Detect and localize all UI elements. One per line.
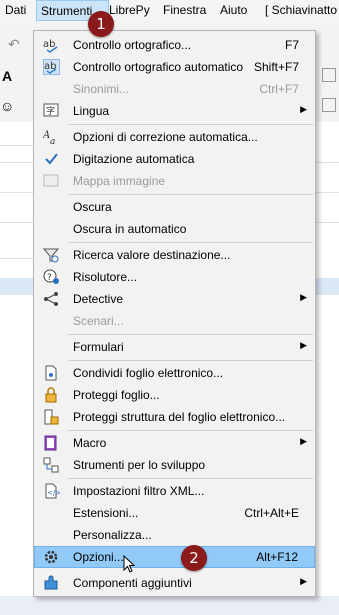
submenu-arrow-icon: ▶	[300, 576, 307, 586]
row-divider	[315, 162, 339, 163]
strumenti-dropdown-menu: ab Controllo ortografico... F7 ab Contro…	[33, 30, 316, 597]
auto-spellcheck-icon: ab	[43, 59, 60, 75]
menu-item-personalizza[interactable]: Personalizza...	[34, 524, 315, 546]
menu-item-digitazione-automatica[interactable]: Digitazione automatica	[34, 148, 315, 170]
row-divider	[315, 222, 339, 223]
menu-item-componenti-aggiuntivi[interactable]: Componenti aggiuntivi ▶	[34, 572, 315, 594]
row-divider	[0, 192, 33, 193]
menu-separator	[68, 478, 313, 479]
row-divider	[0, 162, 33, 163]
submenu-arrow-icon: ▶	[300, 292, 307, 302]
submenu-arrow-icon: ▶	[300, 104, 307, 114]
menu-item-proteggi-struttura[interactable]: Proteggi struttura del foglio elettronic…	[34, 406, 315, 428]
svg-text:</>: </>	[47, 489, 60, 497]
submenu-arrow-icon: ▶	[300, 340, 307, 350]
language-icon: 字	[43, 103, 60, 119]
row-divider	[315, 192, 339, 193]
selected-row	[0, 278, 33, 295]
menu-separator	[68, 124, 313, 125]
menu-separator	[68, 242, 313, 243]
autocorrect-icon: Aa	[42, 129, 60, 147]
svg-text:ab: ab	[43, 39, 55, 50]
developer-tools-icon	[43, 457, 60, 473]
menu-item-formulari[interactable]: Formulari ▶	[34, 336, 315, 358]
selected-row	[315, 278, 339, 295]
undo-icon[interactable]: ↶	[8, 36, 20, 53]
svg-text:字: 字	[46, 105, 55, 117]
menu-item-proteggi-foglio[interactable]: Proteggi foglio...	[34, 384, 315, 406]
menu-item-risolutore[interactable]: ? Risolutore...	[34, 266, 315, 288]
menu-item-ricerca-valore[interactable]: Ricerca valore destinazione...	[34, 244, 315, 266]
menu-item-correzione-automatica[interactable]: Aa Opzioni di correzione automatica...	[34, 126, 315, 148]
menu-item-controllo-ortografico[interactable]: ab Controllo ortografico... F7	[34, 34, 315, 56]
menu-separator	[68, 430, 313, 431]
menu-item-oscura-automatico[interactable]: Oscura in automatico	[34, 218, 315, 240]
menu-item-strumenti-sviluppo[interactable]: Strumenti per lo sviluppo	[34, 454, 315, 476]
menu-item-sinonimi: Sinonimi... Ctrl+F7	[73, 82, 299, 96]
menu-item-macro[interactable]: Macro ▶	[34, 432, 315, 454]
row-divider	[0, 258, 33, 259]
image-map-icon	[43, 173, 60, 189]
menu-item-oscura[interactable]: Oscura	[34, 196, 315, 218]
solver-icon: ?	[43, 269, 60, 285]
menu-item-scenari: Scenari...	[73, 314, 124, 328]
table-icon[interactable]	[322, 68, 336, 82]
protect-structure-icon	[43, 409, 60, 425]
detective-icon	[43, 291, 60, 307]
menu-item-lingua[interactable]: 字 Lingua ▶	[34, 100, 315, 122]
status-strip	[0, 596, 339, 615]
menu-item-condividi-foglio[interactable]: Condividi foglio elettronico...	[34, 362, 315, 384]
menu-separator	[68, 334, 313, 335]
menu-separator	[68, 360, 313, 361]
submenu-arrow-icon: ▶	[300, 436, 307, 446]
menu-item-filtro-xml[interactable]: </> Impostazioni filtro XML...	[34, 480, 315, 502]
menu-aiuto[interactable]: Aiuto	[220, 0, 247, 22]
share-icon	[43, 365, 60, 381]
xml-filter-icon: </>	[43, 483, 61, 499]
menu-librepy[interactable]: LibrePy	[109, 0, 150, 22]
menu-bar: Dati Strumenti LibrePy Finestra Aiuto [ …	[0, 0, 339, 23]
row-divider	[0, 145, 33, 146]
menu-finestra[interactable]: Finestra	[163, 0, 206, 22]
lock-icon	[43, 387, 60, 403]
svg-text:a: a	[50, 137, 55, 145]
menu-document[interactable]: [ Schiavinatto	[265, 0, 337, 22]
menu-item-mappa-immagine: Mappa immagine	[34, 170, 315, 192]
step-badge-2: 2	[181, 545, 207, 571]
menu-item-opzioni[interactable]: Opzioni... Alt+F12	[34, 546, 315, 568]
row-divider	[0, 222, 33, 223]
step-badge-1: 1	[88, 11, 114, 37]
svg-text:?: ?	[47, 273, 52, 283]
addons-icon	[43, 575, 60, 591]
gear-icon	[43, 549, 60, 565]
menu-item-controllo-automatico[interactable]: ab Controllo ortografico automatico Shif…	[34, 56, 315, 78]
emoji-icon[interactable]: ☺	[0, 98, 14, 114]
goal-seek-icon	[42, 247, 60, 263]
menu-separator	[68, 194, 313, 195]
macro-icon	[43, 435, 60, 451]
menu-item-detective[interactable]: Detective ▶	[34, 288, 315, 310]
menu-dati[interactable]: Dati	[5, 0, 26, 22]
frame-icon[interactable]	[322, 98, 336, 112]
mouse-cursor-icon	[123, 554, 137, 578]
menu-item-estensioni[interactable]: Estensioni... Ctrl+Alt+E	[34, 502, 315, 524]
spellcheck-icon: ab	[43, 37, 60, 53]
font-color-icon[interactable]: A	[2, 68, 12, 84]
check-icon	[43, 151, 60, 167]
